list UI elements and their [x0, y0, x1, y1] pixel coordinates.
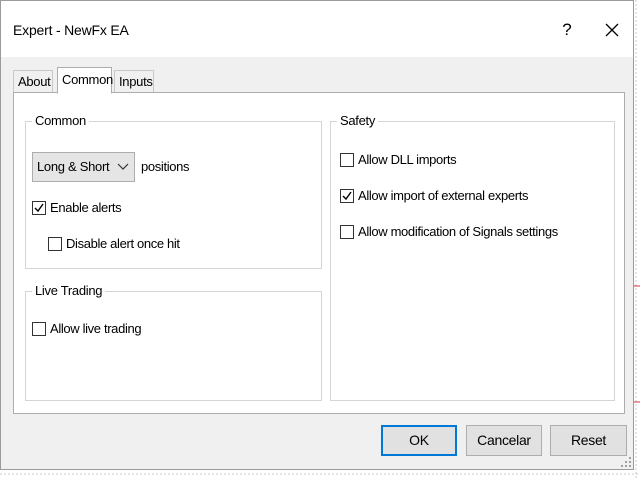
- disable-alert-label: Disable alert once hit: [66, 236, 180, 251]
- close-button[interactable]: [597, 15, 627, 45]
- common-group: Common Long & Short positions Enable ale…: [25, 113, 322, 269]
- allow-dll-imports-label: Allow DLL imports: [358, 152, 457, 167]
- allow-external-experts-label: Allow import of external experts: [358, 188, 529, 203]
- close-icon: [605, 23, 619, 37]
- disable-alert-checkbox[interactable]: [48, 237, 62, 251]
- safety-group-label: Safety: [337, 113, 379, 128]
- tab-common[interactable]: Common: [57, 67, 113, 94]
- positions-label: positions: [141, 159, 190, 174]
- resize-grip-icon[interactable]: [621, 457, 631, 467]
- title-bar: Expert - NewFx EA ?: [1, 1, 633, 57]
- checkmark-icon: [342, 191, 352, 201]
- allow-live-trading-label: Allow live trading: [50, 321, 142, 336]
- expert-dialog: Expert - NewFx EA ? About Common Inputs …: [0, 0, 634, 470]
- allow-live-trading-checkbox[interactable]: [32, 322, 46, 336]
- live-trading-group: Live Trading Allow live trading: [25, 283, 322, 401]
- tab-inputs[interactable]: Inputs: [114, 70, 154, 92]
- reset-button[interactable]: Reset: [550, 425, 627, 456]
- positions-select[interactable]: Long & Short: [32, 152, 135, 182]
- allow-external-experts-checkbox[interactable]: [340, 189, 354, 203]
- checkmark-icon: [34, 203, 44, 213]
- tab-panel-common: Common Long & Short positions Enable ale…: [13, 92, 625, 414]
- allow-signals-modification-label: Allow modification of Signals settings: [358, 224, 558, 239]
- live-trading-group-label: Live Trading: [32, 283, 106, 298]
- safety-group: Safety Allow DLL imports Allow import of…: [330, 113, 615, 401]
- ok-button[interactable]: OK: [381, 425, 457, 456]
- common-group-label: Common: [32, 113, 89, 128]
- positions-select-value: Long & Short: [37, 159, 110, 174]
- chevron-down-icon: [117, 163, 129, 170]
- enable-alerts-label: Enable alerts: [50, 200, 122, 215]
- window-title: Expert - NewFx EA: [13, 22, 129, 38]
- tab-about[interactable]: About: [13, 70, 53, 92]
- allow-signals-modification-checkbox[interactable]: [340, 225, 354, 239]
- cancel-button[interactable]: Cancelar: [466, 425, 542, 456]
- help-button[interactable]: ?: [553, 15, 581, 45]
- enable-alerts-checkbox[interactable]: [32, 201, 46, 215]
- allow-dll-imports-checkbox[interactable]: [340, 153, 354, 167]
